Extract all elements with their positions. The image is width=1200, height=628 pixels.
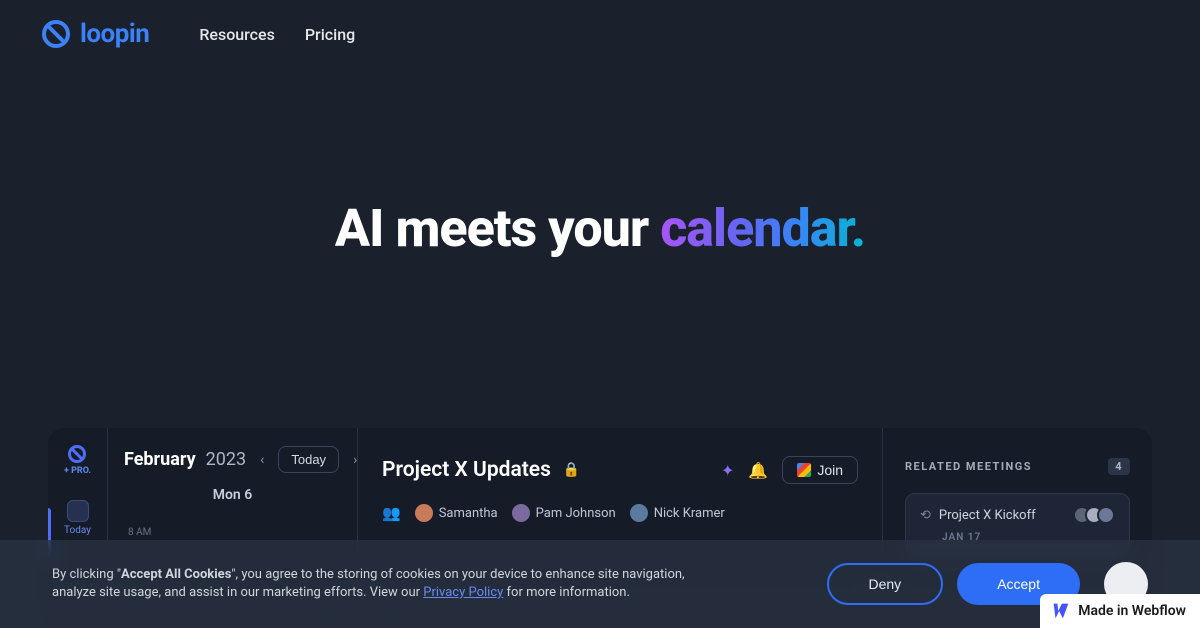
related-header: RELATED MEETINGS 4 [905, 458, 1130, 475]
sync-icon: ⟲ [920, 508, 931, 523]
lock-icon: 🔒 [563, 462, 580, 478]
related-count: 4 [1108, 458, 1130, 475]
cookie-suffix: for more information. [503, 585, 630, 600]
calendar-icon [67, 500, 89, 522]
people-icon: 👥 [382, 504, 401, 522]
calendar-hour-label: 8 AM [128, 527, 341, 538]
cookie-text: By clicking "Accept All Cookies", you ag… [52, 566, 712, 602]
logo-text: loopin [80, 19, 149, 49]
sparkle-icon[interactable]: ✦ [721, 461, 734, 480]
chevron-left-icon[interactable]: ‹ [256, 452, 268, 468]
hero-highlight: calendar. [660, 198, 865, 259]
related-title: RELATED MEETINGS [905, 460, 1032, 473]
meeting-actions: ✦ 🔔 Join [721, 456, 858, 484]
hero: AI meets your calendar. [0, 198, 1200, 259]
cookie-banner: By clicking "Accept All Cookies", you ag… [0, 540, 1200, 628]
sidebar-today[interactable]: Today [64, 500, 91, 536]
attendee-name: Nick Kramer [654, 506, 725, 521]
hero-title: AI meets your calendar. [0, 198, 1200, 259]
calendar-year: 2023 [206, 449, 246, 470]
chevron-right-icon[interactable]: › [349, 452, 361, 468]
webflow-text: Made in Webflow [1078, 603, 1186, 619]
pro-label: + PRO. [64, 466, 91, 476]
attendee[interactable]: Nick Kramer [630, 504, 725, 522]
mini-avatars [1079, 506, 1115, 524]
avatar-icon [415, 504, 433, 522]
pro-badge[interactable]: + PRO. [64, 442, 91, 476]
join-button[interactable]: Join [782, 456, 858, 484]
attendee-name: Samantha [439, 506, 498, 521]
meet-icon [797, 463, 811, 477]
logo-icon [40, 18, 72, 50]
attendee[interactable]: Pam Johnson [512, 504, 616, 522]
meeting-title: Project X Updates [382, 458, 551, 482]
webflow-badge[interactable]: Made in Webflow [1040, 594, 1200, 628]
avatar-icon [512, 504, 530, 522]
calendar-month: February [124, 449, 196, 470]
hero-prefix: AI meets your [335, 198, 660, 259]
nav: Resources Pricing [199, 25, 355, 44]
attendee[interactable]: Samantha [415, 504, 498, 522]
deny-button[interactable]: Deny [827, 563, 944, 605]
calendar-header: February 2023 ‹ Today › [124, 446, 341, 473]
site-header: loopin Resources Pricing [0, 0, 1200, 68]
calendar-day-header: Mon 6 [124, 487, 341, 503]
join-label: Join [817, 462, 843, 478]
logo[interactable]: loopin [40, 18, 149, 50]
meeting-title-row: Project X Updates 🔒 ✦ 🔔 Join [382, 456, 858, 484]
avatar-icon [630, 504, 648, 522]
bell-icon[interactable]: 🔔 [748, 461, 768, 480]
attendees-row: 👥 Samantha Pam Johnson Nick Kramer [382, 504, 858, 522]
related-item-title: Project X Kickoff [939, 508, 1036, 523]
cookie-bold: Accept All Cookies [121, 567, 231, 582]
cookie-prefix: By clicking " [52, 567, 121, 582]
today-label: Today [64, 525, 91, 536]
today-button[interactable]: Today [278, 446, 339, 473]
attendee-name: Pam Johnson [536, 506, 616, 521]
privacy-link[interactable]: Privacy Policy [423, 585, 503, 600]
nav-pricing[interactable]: Pricing [305, 25, 355, 44]
related-card-row: ⟲ Project X Kickoff [920, 506, 1115, 524]
nav-resources[interactable]: Resources [199, 25, 275, 44]
